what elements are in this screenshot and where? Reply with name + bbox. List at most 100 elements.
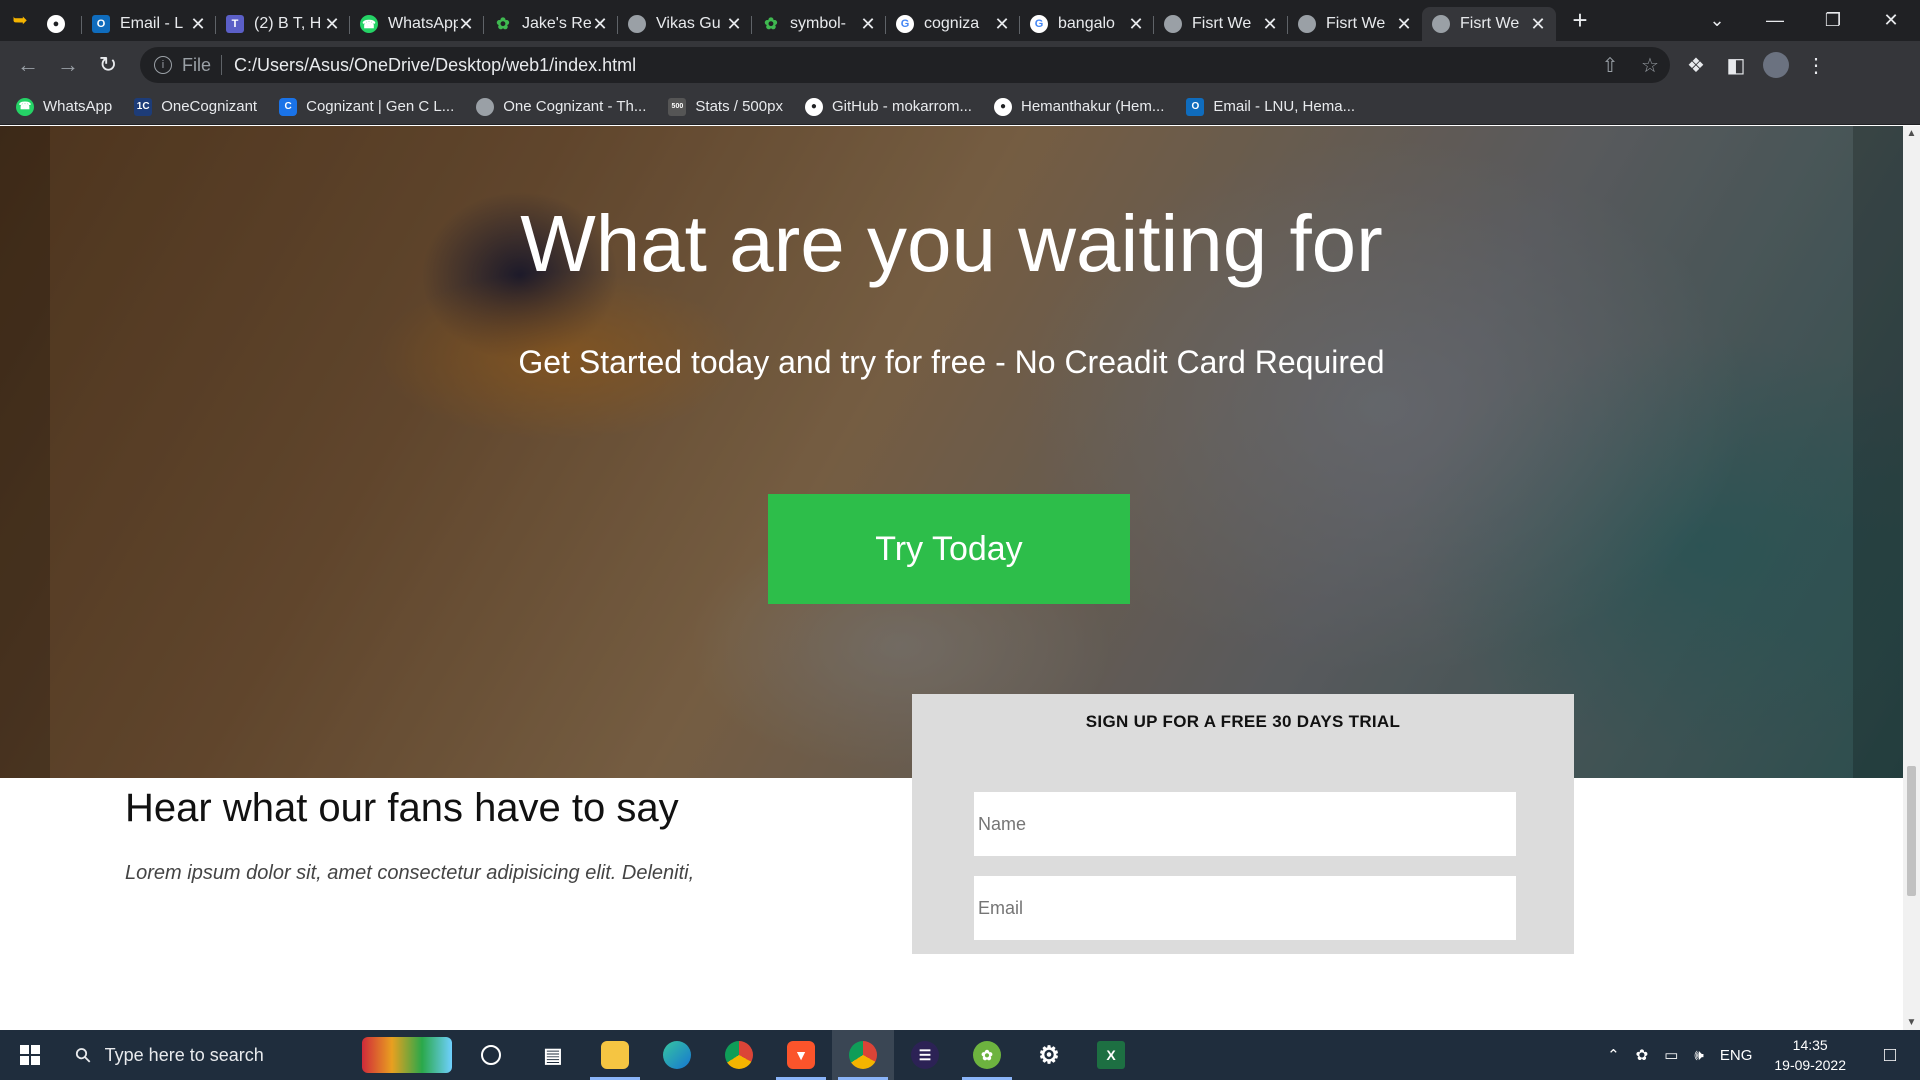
close-icon[interactable]: ✕ — [324, 14, 340, 35]
hero-section: What are you waiting for Get Started tod… — [0, 126, 1903, 778]
start-button[interactable] — [0, 1045, 60, 1065]
close-icon[interactable]: ✕ — [458, 14, 474, 35]
wifi-icon[interactable]: ✿ — [1636, 1046, 1649, 1064]
system-tray: ⌃ ✿ ▭ 🕪 ENG 14:35 19-09-2022 □ — [1599, 1035, 1920, 1075]
close-icon[interactable]: ✕ — [190, 14, 206, 35]
tab-teams[interactable]: T (2) B T, H ✕ — [216, 7, 350, 41]
clock[interactable]: 14:35 19-09-2022 — [1774, 1035, 1846, 1075]
tab-vikas[interactable]: Vikas Gu ✕ — [618, 7, 752, 41]
tab-title: bangalo — [1058, 15, 1115, 32]
close-icon[interactable]: ✕ — [592, 14, 608, 35]
notifications-icon[interactable]: □ — [1868, 1044, 1912, 1067]
bookmark-github-mokarrom[interactable]: ● GitHub - mokarrom... — [804, 97, 972, 116]
taskbar-search[interactable]: ⚲ Type here to search — [60, 1030, 460, 1080]
chevron-up-icon[interactable]: ⌃ — [1607, 1046, 1620, 1064]
bookmark-one-cognizant[interactable]: One Cognizant - Th... — [476, 97, 647, 116]
globe-icon — [628, 15, 646, 33]
tab-first-web-2[interactable]: Fisrt We ✕ — [1288, 7, 1422, 41]
tab-bangalore-search[interactable]: G bangalo ✕ — [1020, 7, 1154, 41]
globe-icon — [1432, 15, 1450, 33]
close-icon[interactable]: ✕ — [1262, 14, 1278, 35]
name-field[interactable] — [974, 792, 1516, 856]
side-panel-icon[interactable]: ◧ — [1716, 53, 1756, 78]
share-icon[interactable]: ⇧ — [1590, 53, 1630, 78]
forward-arrow-icon[interactable]: → — [48, 52, 88, 78]
close-icon[interactable]: ✕ — [1396, 14, 1412, 35]
whatsapp-icon: ☎ — [360, 15, 378, 33]
email-field[interactable] — [974, 876, 1516, 940]
bookmark-label: OneCognizant — [161, 98, 258, 115]
tab-strip: ➥ ● O Email - L ✕ T (2) B T, H ✕ ☎ Whats… — [0, 0, 1920, 41]
spring-leaf-icon: ✿ — [973, 1041, 1001, 1069]
address-bar[interactable]: i File C:/Users/Asus/OneDrive/Desktop/we… — [140, 47, 1670, 83]
taskbar-brave[interactable]: ▼ — [770, 1030, 832, 1080]
url-text[interactable]: C:/Users/Asus/OneDrive/Desktop/web1/inde… — [234, 55, 636, 76]
taskbar-file-explorer[interactable] — [584, 1030, 646, 1080]
tab-first-web-active[interactable]: Fisrt We ✕ — [1422, 7, 1556, 41]
taskbar-spring-tool[interactable]: ✿ — [956, 1030, 1018, 1080]
close-icon[interactable]: ✕ — [860, 14, 876, 35]
battery-icon[interactable]: ▭ — [1664, 1046, 1678, 1064]
tab-whatsapp[interactable]: ☎ WhatsApp ✕ — [350, 7, 484, 41]
bookmark-whatsapp[interactable]: ☎ WhatsApp — [16, 97, 112, 116]
taskbar-eclipse[interactable]: ☰ — [894, 1030, 956, 1080]
bookmark-onecognizant[interactable]: 1C OneCognizant — [134, 97, 258, 116]
close-icon[interactable]: ✕ — [1128, 14, 1144, 35]
back-arrow-icon[interactable]: ← — [8, 52, 48, 78]
bookmark-github-hemanthakur[interactable]: ● Hemanthakur (Hem... — [993, 97, 1165, 116]
close-icon[interactable]: ✕ — [726, 14, 742, 35]
info-icon[interactable]: i — [154, 56, 172, 74]
tab-search-icon[interactable]: ➥ — [0, 0, 40, 41]
language-indicator[interactable]: ENG — [1720, 1047, 1753, 1064]
cortana-button[interactable] — [460, 1030, 522, 1080]
close-icon[interactable]: ✕ — [1530, 14, 1546, 35]
signup-title: SIGN UP FOR A FREE 30 DAYS TRIAL — [1085, 712, 1401, 731]
reload-icon[interactable]: ↻ — [88, 52, 128, 78]
close-icon[interactable]: ✕ — [994, 14, 1010, 35]
tab-jakes-resume[interactable]: ✿ Jake's Re ✕ — [484, 7, 618, 41]
minimize-icon[interactable]: — — [1746, 10, 1804, 31]
folder-icon — [601, 1041, 629, 1069]
signup-form: SIGN UP FOR A FREE 30 DAYS TRIAL — [912, 694, 1574, 954]
restore-icon[interactable]: ❐ — [1804, 10, 1862, 31]
teams-icon: T — [226, 15, 244, 33]
tab-symbol[interactable]: ✿ symbol- ✕ — [752, 7, 886, 41]
tab-title: Fisrt We — [1460, 15, 1520, 32]
hero-subtitle: Get Started today and try for free - No … — [518, 344, 1385, 380]
close-window-icon[interactable]: ✕ — [1862, 10, 1920, 31]
tab-email[interactable]: O Email - L ✕ — [82, 7, 216, 41]
try-today-button[interactable]: Try Today — [768, 494, 1130, 604]
task-view-button[interactable]: ▤ — [522, 1030, 584, 1080]
tab-pinned-github[interactable]: ● — [40, 7, 82, 41]
tab-list-chevron-icon[interactable]: ⌄ — [1688, 10, 1746, 31]
taskbar-settings-app[interactable]: ⚙ — [1018, 1030, 1080, 1080]
bookmark-label: Hemanthakur (Hem... — [1020, 98, 1165, 115]
bookmark-label: Stats / 500px — [695, 98, 783, 115]
new-tab-button[interactable]: + — [1560, 5, 1600, 36]
bookmark-star-icon[interactable]: ☆ — [1630, 53, 1670, 78]
fans-quote: Lorem ipsum dolor sit, amet consectetur … — [125, 862, 695, 884]
globe-icon — [1298, 15, 1316, 33]
bookmark-cognizant-genc[interactable]: C Cognizant | Gen C L... — [279, 97, 454, 116]
tab-first-web-1[interactable]: Fisrt We ✕ — [1154, 7, 1288, 41]
clock-time: 14:35 — [1792, 1037, 1828, 1053]
tab-cognizant-search[interactable]: G cogniza ✕ — [886, 7, 1020, 41]
scroll-down-arrow-icon[interactable]: ▼ — [1903, 1017, 1920, 1028]
taskbar-edge[interactable] — [646, 1030, 708, 1080]
profile-avatar[interactable] — [1763, 52, 1789, 78]
menu-kebab-icon[interactable]: ⋮ — [1796, 53, 1836, 78]
bookmark-500px[interactable]: 500 Stats / 500px — [668, 97, 783, 116]
cognizant-icon: C — [279, 97, 298, 116]
page-scrollbar[interactable]: ▲ ▼ — [1903, 126, 1920, 1030]
hero-title: What are you waiting for — [520, 199, 1383, 288]
scrollbar-thumb[interactable] — [1907, 766, 1916, 896]
bookmark-email[interactable]: O Email - LNU, Hema... — [1186, 97, 1355, 116]
scroll-up-arrow-icon[interactable]: ▲ — [1903, 128, 1920, 139]
bookmark-label: One Cognizant - Th... — [503, 98, 647, 115]
taskbar-excel[interactable]: X — [1080, 1030, 1142, 1080]
taskbar-chrome[interactable] — [708, 1030, 770, 1080]
taskbar-chrome-active[interactable] — [832, 1030, 894, 1080]
volume-icon[interactable]: 🕪 — [1694, 1047, 1703, 1064]
google-icon: G — [1030, 15, 1048, 33]
extensions-puzzle-icon[interactable]: ❖ — [1676, 53, 1716, 78]
